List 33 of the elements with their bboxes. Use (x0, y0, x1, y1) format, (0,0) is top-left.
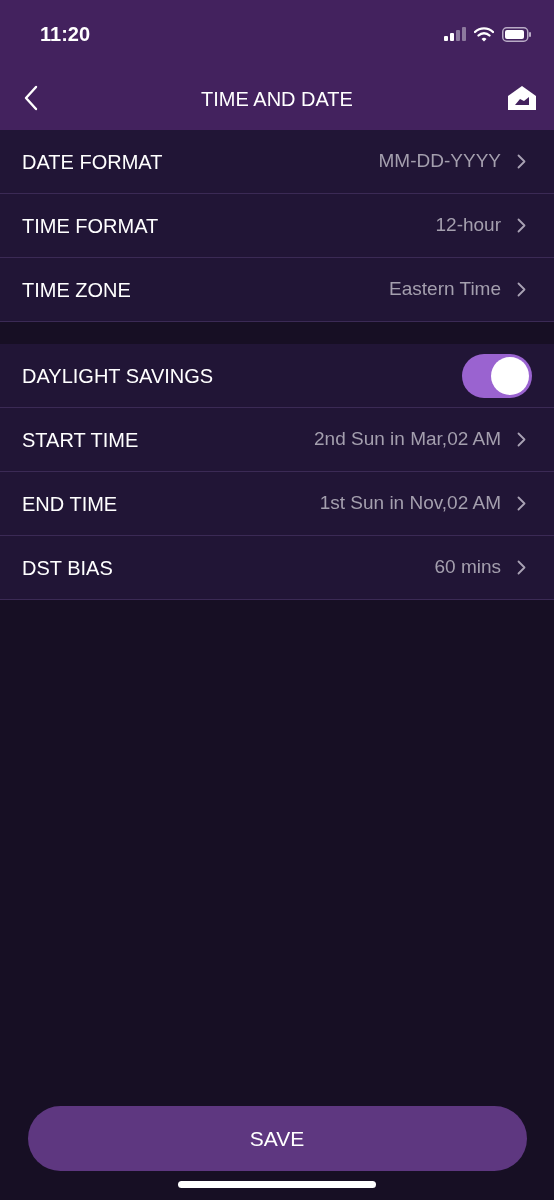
row-value: 60 mins (434, 555, 501, 580)
settings-row[interactable]: DST BIAS 60 mins (0, 536, 554, 600)
row-value: 2nd Sun in Mar,02 AM (314, 427, 501, 452)
signal-icon (444, 27, 466, 41)
row-label: END TIME (22, 491, 118, 517)
chevron-right-icon (517, 432, 526, 447)
page-title: TIME AND DATE (201, 87, 353, 112)
settings-row[interactable]: END TIME 1st Sun in Nov,02 AM (0, 472, 554, 536)
row-label: TIME ZONE (22, 277, 131, 303)
chevron-right-icon (517, 496, 526, 511)
row-label: TIME FORMAT (22, 213, 159, 239)
settings-row[interactable]: TIME ZONE Eastern Time (0, 258, 554, 322)
settings-row[interactable]: START TIME 2nd Sun in Mar,02 AM (0, 408, 554, 472)
settings-row[interactable]: DATE FORMAT MM-DD-YYYY (0, 130, 554, 194)
chevron-right-icon (517, 282, 526, 297)
chevron-right-icon (517, 154, 526, 169)
chevron-right-icon (517, 560, 526, 575)
wifi-icon (474, 26, 494, 42)
row-value: Eastern Time (389, 277, 501, 302)
save-button[interactable]: SAVE (27, 1106, 527, 1171)
status-time: 11:20 (40, 22, 91, 47)
settings-row[interactable]: TIME FORMAT 12-hour (0, 194, 554, 258)
chevron-right-icon (517, 218, 526, 233)
home-icon[interactable] (507, 85, 537, 111)
row-label: DST BIAS (22, 555, 113, 581)
row-value: 12-hour (435, 213, 501, 238)
toggle-switch[interactable] (462, 353, 532, 398)
row-value: MM-DD-YYYY (378, 149, 501, 174)
battery-icon (502, 26, 532, 42)
row-value: 1st Sun in Nov,02 AM (319, 491, 501, 516)
row-label: DAYLIGHT SAVINGS (22, 363, 214, 389)
row-label: START TIME (22, 427, 139, 453)
row-label: DATE FORMAT (22, 149, 163, 175)
